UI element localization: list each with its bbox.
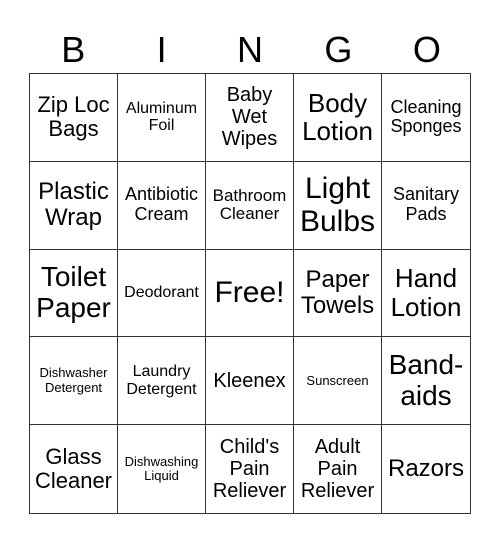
header-letter-i: I: [156, 29, 167, 70]
bingo-cell[interactable]: Band-aids: [382, 337, 470, 426]
header-letter-o: O: [412, 29, 441, 70]
bingo-cell[interactable]: Toilet Paper: [30, 249, 118, 338]
bingo-cell[interactable]: Plastic Wrap: [30, 161, 118, 250]
bingo-cell[interactable]: Sunscreen: [294, 337, 382, 426]
bingo-cell[interactable]: Body Lotion: [294, 74, 382, 162]
bingo-cell[interactable]: Laundry Detergent: [118, 337, 206, 426]
bingo-cell[interactable]: Antibiotic Cream: [118, 161, 206, 250]
bingo-cell[interactable]: Child's Pain Reliever: [206, 425, 294, 513]
bingo-cell[interactable]: Light Bulbs: [294, 161, 382, 250]
bingo-cell[interactable]: Dishwasher Detergent: [30, 337, 118, 426]
header-letter-g: G: [324, 29, 353, 70]
bingo-cell[interactable]: Adult Pain Reliever: [294, 425, 382, 513]
bingo-cell[interactable]: Bathroom Cleaner: [206, 161, 294, 250]
bingo-cell[interactable]: Baby Wet Wipes: [206, 74, 294, 162]
free-space-cell[interactable]: Free!: [206, 249, 294, 338]
bingo-cell[interactable]: Deodorant: [118, 249, 206, 338]
header-letter-n: N: [237, 29, 264, 70]
bingo-cell[interactable]: Sanitary Pads: [382, 162, 470, 250]
bingo-cell[interactable]: Aluminum Foil: [118, 74, 206, 162]
bingo-cell[interactable]: Cleaning Sponges: [382, 74, 470, 162]
bingo-cell[interactable]: Kleenex: [206, 337, 294, 426]
bingo-header: B I N G O: [29, 30, 471, 70]
bingo-card-grid: Zip Loc Bags Aluminum Foil Baby Wet Wipe…: [29, 73, 471, 514]
bingo-cell[interactable]: Zip Loc Bags: [30, 74, 118, 162]
header-letter-b: B: [61, 29, 86, 70]
bingo-cell[interactable]: Dishwashing Liquid: [118, 425, 206, 513]
bingo-cell[interactable]: Paper Towels: [294, 249, 382, 338]
bingo-cell[interactable]: Razors: [382, 425, 470, 513]
bingo-cell[interactable]: Hand Lotion: [382, 250, 470, 338]
bingo-cell[interactable]: Glass Cleaner: [30, 425, 118, 513]
